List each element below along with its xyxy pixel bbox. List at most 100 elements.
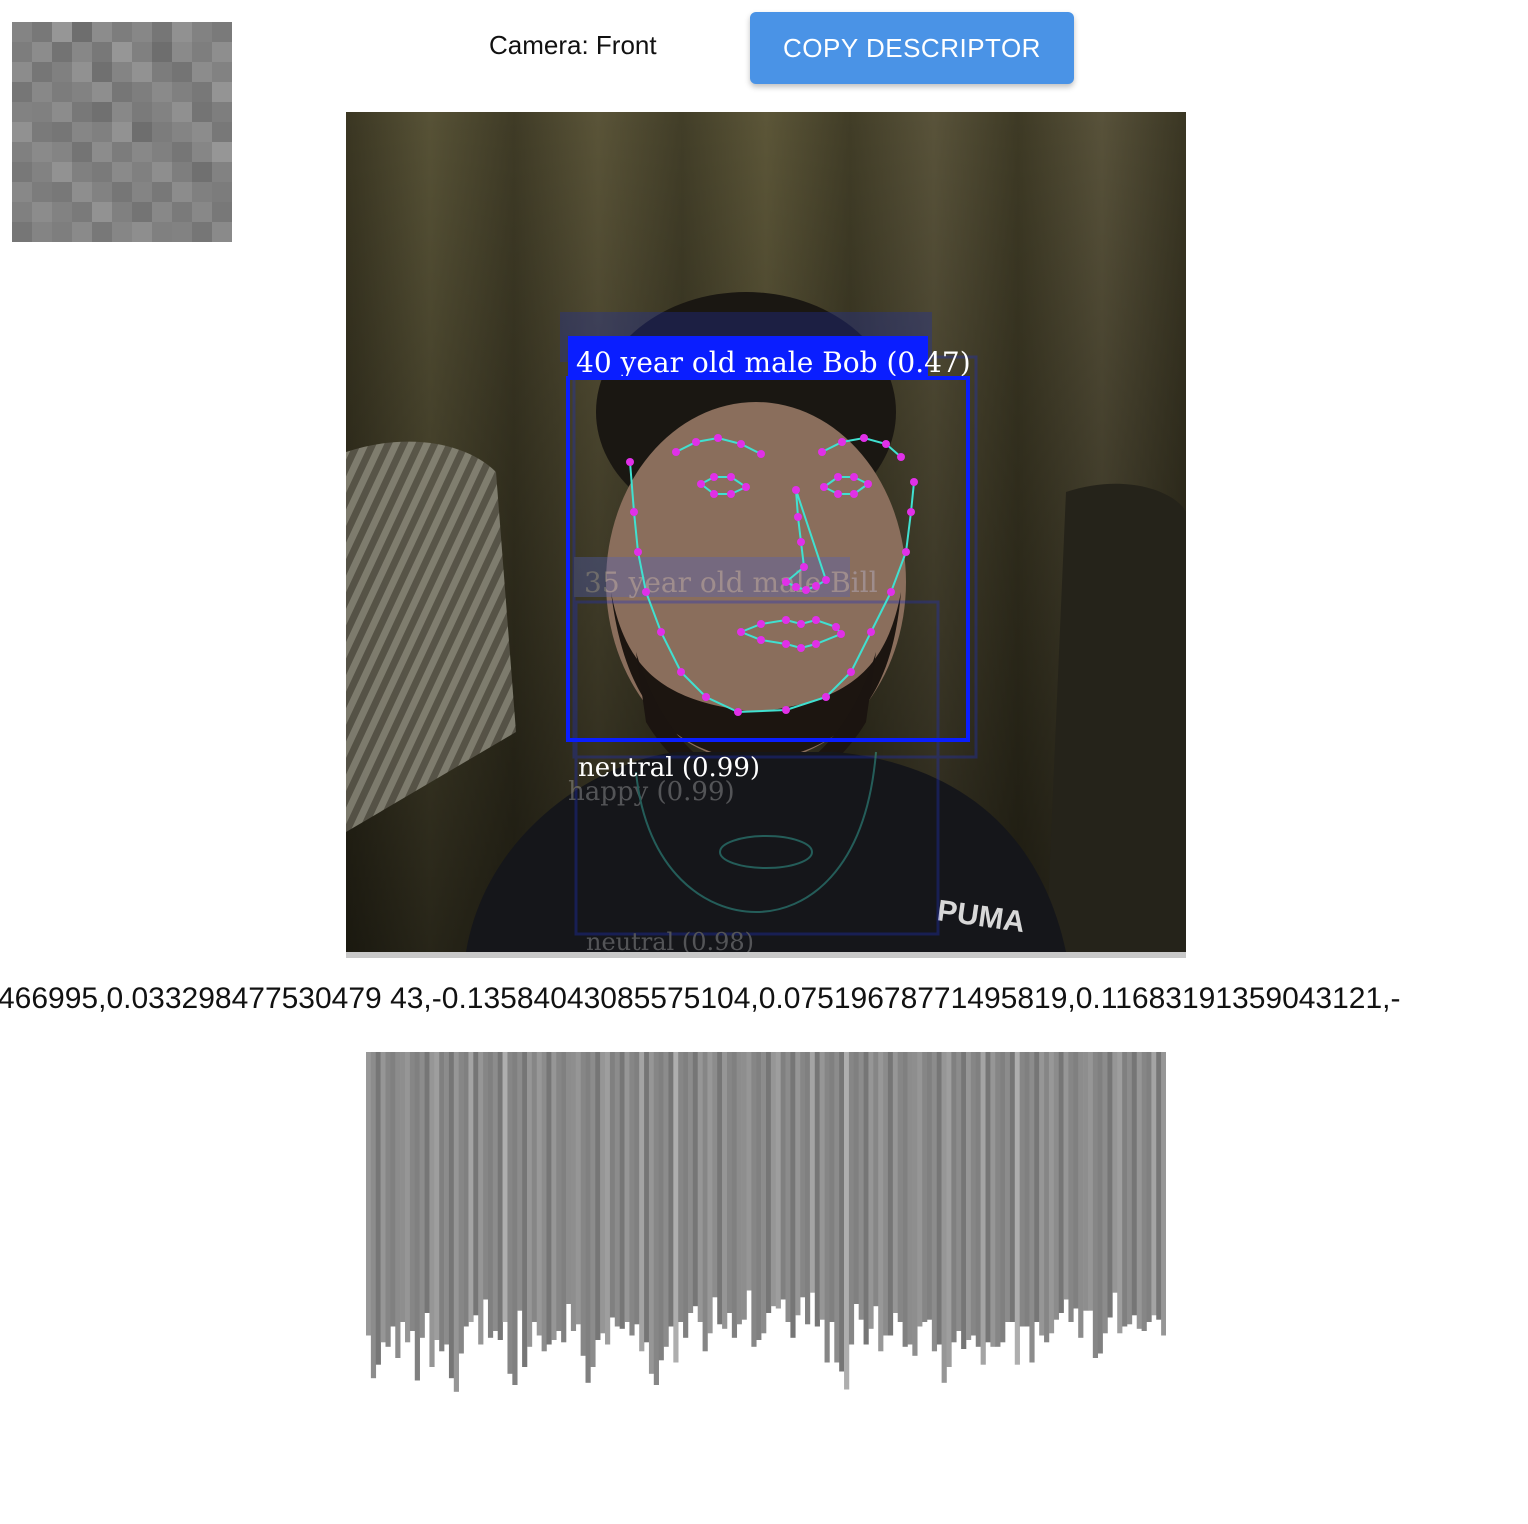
chart-bar [634,1052,640,1325]
landmark-point [710,490,718,498]
landmark-point [860,434,868,442]
chart-bar [609,1052,616,1318]
chart-bar [1141,1052,1147,1331]
landmark-point [832,623,840,631]
chart-bar [931,1052,938,1352]
landmark-point [838,438,846,446]
landmark-point [910,478,918,486]
chart-bar [444,1052,450,1345]
chart-bar [439,1052,445,1352]
chart-bar [1009,1052,1016,1322]
chart-bar [814,1052,820,1327]
primary-expression-label: neutral (0.99) [578,753,760,783]
chart-bar [702,1052,708,1352]
landmark-point [812,582,820,590]
chart-bar [883,1052,889,1336]
chart-bar [766,1052,772,1313]
landmark-point [702,693,710,701]
chart-bar [917,1052,923,1327]
chart-bar [370,1052,377,1379]
descriptor-text: 466995,0.033298477530479 43,-0.135840430… [0,982,1528,1026]
descriptor-bar-chart [366,1052,1166,1392]
chart-bar [492,1052,499,1331]
landmark-point [737,628,745,636]
chart-bar [692,1052,699,1307]
camera-feed-canvas: PUMA 35 year old male Bill happy (0.99) … [346,112,1186,952]
chart-bar [717,1052,723,1325]
face-thumbnail [12,22,232,242]
chart-bar [1107,1052,1113,1318]
chart-bar [395,1052,401,1358]
chart-bar [1048,1052,1055,1334]
chart-bar [956,1052,962,1331]
chart-bar [1126,1052,1133,1325]
landmark-point [792,583,800,591]
chart-bar [585,1052,591,1383]
chart-bar [751,1052,757,1347]
chart-bar [902,1052,908,1347]
chart-bar [1146,1052,1152,1322]
landmark-point [630,508,638,516]
chart-bar [834,1052,840,1363]
chart-bar [1136,1052,1142,1329]
chart-bar [1097,1052,1103,1354]
chart-bar [551,1052,557,1340]
chart-bar [892,1052,899,1313]
chart-bar [414,1052,420,1381]
chart-bar [785,1052,791,1322]
chart-bar [644,1052,650,1343]
chart-bar [541,1052,547,1352]
chart-bar [507,1052,513,1374]
landmark-point [837,630,845,638]
chart-bar [614,1052,620,1327]
chart-bar [566,1052,572,1304]
chart-bar [922,1052,928,1322]
chart-bar [429,1052,435,1367]
chart-bar [536,1052,542,1336]
landmark-point [657,628,665,636]
landmark-point [710,473,718,481]
chart-bar [580,1052,586,1356]
landmark-point [907,508,915,516]
landmark-point [818,448,826,456]
chart-bar [985,1052,991,1343]
chart-bar [673,1052,679,1363]
chart-bar [878,1052,884,1352]
chart-bar [595,1052,601,1340]
chart-bar [1044,1052,1050,1343]
chart-bar [805,1052,811,1325]
chart-bar [687,1052,694,1313]
chart-bar [570,1052,577,1331]
landmark-point [822,576,830,584]
chart-bar [1029,1052,1035,1363]
chart-bar [844,1052,850,1390]
chart-bar [1053,1052,1059,1320]
chart-bar [897,1052,903,1322]
landmark-point [834,490,842,498]
chart-bar [1039,1052,1045,1336]
chart-bar [385,1052,391,1347]
chart-bar [629,1052,635,1336]
landmark-point [887,588,895,596]
copy-descriptor-button[interactable]: COPY DESCRIPTOR [750,12,1074,84]
landmark-point [902,548,910,556]
landmark-point [782,578,790,586]
chart-bar [966,1052,972,1340]
chart-bar [1092,1052,1099,1358]
chart-bar [1112,1052,1118,1293]
chart-bar [863,1052,869,1345]
chart-bar [887,1052,894,1336]
descriptor-values: 466995,0.033298477530479 43,-0.135840430… [0,982,1401,1015]
chart-bar [512,1052,518,1385]
chart-bar [473,1052,479,1316]
chart-bar [736,1052,742,1325]
chart-bar [809,1052,816,1293]
landmark-point [626,458,634,466]
chart-bar [400,1052,406,1322]
chart-bar [1068,1052,1074,1322]
landmark-point [897,453,905,461]
chart-bar [366,1052,372,1336]
chart-bar [1151,1052,1157,1316]
chart-bar [424,1052,430,1313]
landmark-point [802,586,810,594]
